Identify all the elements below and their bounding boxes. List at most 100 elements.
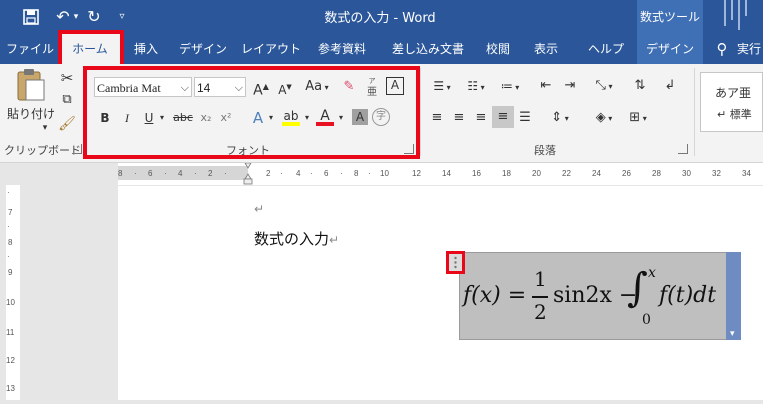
- bullets-button[interactable]: ☰ ▾: [428, 76, 456, 98]
- tab-view[interactable]: 表示: [526, 34, 566, 64]
- tab-file[interactable]: ファイル: [0, 34, 60, 64]
- clear-formatting-icon[interactable]: ✎: [340, 77, 358, 97]
- ribbon-tab-row: ファイル ホーム 挿入 デザイン レイアウト 参考資料 差し込み文書 校閲 表示…: [0, 34, 763, 64]
- equation-lhs: f(x) =: [463, 283, 527, 308]
- character-border-button[interactable]: A: [386, 77, 404, 95]
- undo-dropdown-icon[interactable]: ▾: [70, 6, 82, 28]
- justify-icon[interactable]: ≡: [492, 106, 514, 128]
- svg-text:20: 20: [532, 169, 541, 178]
- chevron-down-icon[interactable]: ⌵: [235, 78, 243, 98]
- decrease-indent-icon[interactable]: ⇤: [536, 76, 556, 96]
- tab-design[interactable]: デザイン: [172, 34, 234, 64]
- svg-text:22: 22: [562, 169, 571, 178]
- vertical-ruler-ticks: · 7 · 8 · 9 10 11 12 13: [6, 188, 15, 393]
- font-launcher-icon[interactable]: [404, 144, 414, 154]
- subscript-button[interactable]: x₂: [198, 108, 214, 128]
- customize-qat-icon[interactable]: ▿: [114, 6, 130, 28]
- svg-text:·: ·: [280, 169, 283, 178]
- character-shading-button[interactable]: A: [352, 109, 368, 125]
- tab-review[interactable]: 校閲: [478, 34, 518, 64]
- paste-icon[interactable]: [10, 68, 50, 106]
- equation-drag-handle[interactable]: [446, 251, 465, 274]
- sine-term: sin2x −: [553, 283, 638, 308]
- cut-icon[interactable]: ✂: [58, 68, 76, 88]
- chevron-down-icon[interactable]: ▾: [730, 329, 735, 339]
- sort-icon[interactable]: ⇅: [630, 76, 650, 96]
- paragraph-launcher-icon[interactable]: [678, 144, 688, 154]
- format-painter-icon[interactable]: 🖌: [58, 114, 76, 134]
- italic-button[interactable]: I: [120, 108, 134, 128]
- tab-insert[interactable]: 挿入: [124, 34, 168, 64]
- font-name-combo[interactable]: Cambria Mat ⌵: [94, 77, 192, 97]
- tab-help[interactable]: ヘルプ: [580, 34, 632, 64]
- ribbon-display-options-icon[interactable]: [712, 0, 762, 34]
- svg-text:6: 6: [148, 169, 153, 178]
- font-color-button[interactable]: A: [316, 106, 334, 126]
- change-case-button[interactable]: Aa ▾: [302, 77, 332, 98]
- svg-text:24: 24: [592, 169, 601, 178]
- svg-text:4: 4: [296, 169, 301, 178]
- shrink-font-icon[interactable]: A▼: [276, 77, 294, 100]
- font-group-label: フォント: [226, 144, 270, 157]
- show-marks-icon[interactable]: ↲: [660, 76, 680, 96]
- superscript-button[interactable]: x²: [218, 108, 234, 128]
- distributed-icon[interactable]: ☰: [516, 108, 534, 128]
- borders-button[interactable]: ⊞ ▾: [624, 108, 652, 129]
- text-effects-button[interactable]: A: [250, 108, 266, 128]
- svg-text:7: 7: [8, 208, 13, 217]
- tab-home[interactable]: ホーム: [60, 34, 120, 64]
- chevron-down-icon[interactable]: ▾: [266, 108, 276, 128]
- style-item[interactable]: あア亜: [715, 83, 763, 103]
- align-left-icon[interactable]: ≡: [428, 108, 446, 128]
- phonetic-guide-label: 亜: [367, 87, 377, 98]
- strikethrough-button[interactable]: abc: [172, 108, 194, 128]
- highlight-color-icon[interactable]: ab: [282, 106, 300, 126]
- integral-sign: ∫: [627, 265, 648, 311]
- svg-text:9: 9: [8, 268, 13, 277]
- multilevel-list-button[interactable]: ≔ ▾: [496, 76, 524, 98]
- phonetic-guide-icon[interactable]: ア亜: [364, 75, 380, 98]
- redo-icon[interactable]: ↻: [84, 6, 104, 28]
- chevron-down-icon[interactable]: ⌵: [181, 78, 189, 98]
- tab-layout[interactable]: レイアウト: [236, 34, 306, 64]
- style-item-normal[interactable]: ↵ 標準: [717, 105, 763, 125]
- clipboard-launcher-icon[interactable]: [72, 144, 82, 154]
- chevron-down-icon[interactable]: ▾: [302, 108, 312, 128]
- line-spacing-button[interactable]: ⇕ ▾: [546, 108, 574, 129]
- styles-gallery[interactable]: あア亜 ↵ 標準: [700, 72, 763, 132]
- tab-equation-design[interactable]: デザイン: [637, 34, 703, 64]
- underline-button[interactable]: U: [142, 108, 156, 128]
- align-right-icon[interactable]: ≡: [472, 108, 490, 128]
- underline-dropdown-icon[interactable]: ▾: [156, 108, 168, 128]
- svg-text:32: 32: [712, 169, 721, 178]
- svg-text:·: ·: [310, 169, 313, 178]
- vertical-ruler[interactable]: · 7 · 8 · 9 10 11 12 13: [0, 163, 24, 400]
- font-size-value: 14: [197, 81, 211, 95]
- svg-text:18: 18: [502, 169, 511, 178]
- tell-me-input[interactable]: 実行: [734, 34, 763, 64]
- font-size-combo[interactable]: 14 ⌵: [194, 77, 246, 97]
- shading-button[interactable]: ◈ ▾: [590, 108, 618, 129]
- svg-text:·: ·: [7, 188, 10, 197]
- paste-dropdown-icon[interactable]: ▾: [38, 118, 52, 138]
- svg-text:·: ·: [224, 169, 227, 178]
- tab-references[interactable]: 参考資料: [310, 34, 374, 64]
- ribbon: 貼り付け ▾ ✂ ⧉ 🖌 クリップボード Cambria Mat ⌵ 14 ⌵ …: [0, 64, 763, 163]
- equation-options-bar[interactable]: ▾: [726, 252, 741, 340]
- grow-font-icon[interactable]: A▲: [252, 77, 270, 101]
- svg-text:·: ·: [134, 169, 137, 178]
- body-text[interactable]: 数式の入力↵: [254, 228, 339, 249]
- increase-indent-icon[interactable]: ⇥: [560, 76, 580, 96]
- tab-mailings[interactable]: 差し込み文書: [386, 34, 470, 64]
- bold-button[interactable]: B: [98, 108, 112, 128]
- chevron-down-icon[interactable]: ▾: [336, 108, 346, 128]
- lightbulb-icon[interactable]: ⚲: [712, 34, 732, 64]
- copy-icon[interactable]: ⧉: [58, 90, 76, 110]
- title-bar: ↶ ▾ ↻ ▿ 数式の入力 - Word 数式ツール: [0, 0, 763, 34]
- save-icon[interactable]: [20, 6, 42, 28]
- horizontal-ruler[interactable]: 8 · 6 · 4 · 2 · 2 · 4 · 6 · 8 · 10 12 14 16 18 20 22 24 26…: [118, 162, 763, 185]
- align-center-icon[interactable]: ≡: [450, 108, 468, 128]
- sort-options-icon[interactable]: ⤡ ▾: [590, 76, 618, 97]
- numbering-button[interactable]: ☷ ▾: [462, 76, 490, 98]
- enclose-characters-button[interactable]: 字: [372, 108, 390, 126]
